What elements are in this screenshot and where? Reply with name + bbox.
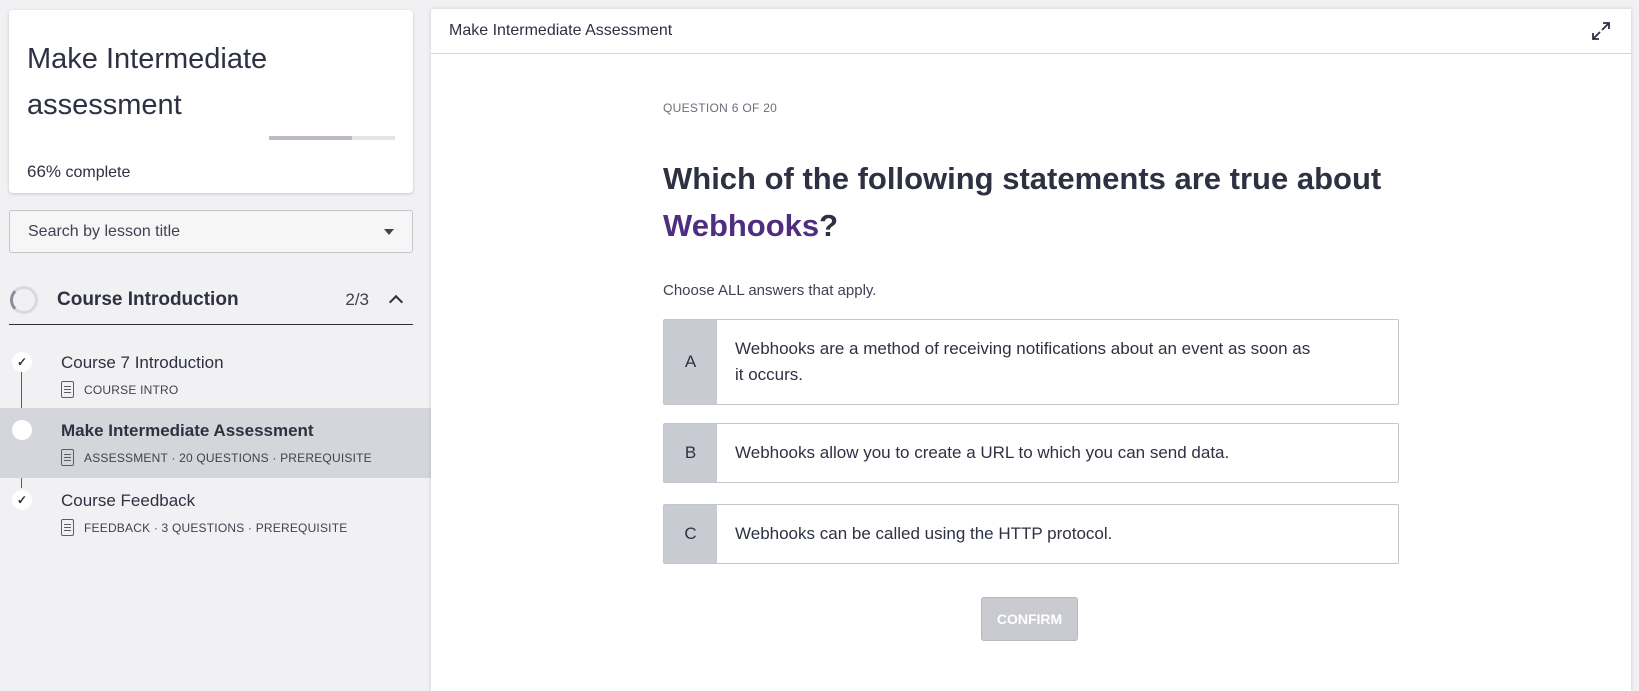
question-counter: QUESTION 6 OF 20 (663, 101, 778, 115)
option-text: Webhooks allow you to create a URL to wh… (735, 443, 1230, 462)
section-progress-ring-icon (10, 285, 38, 314)
course-title-card: Make Intermediate assessment 66% complet… (9, 10, 413, 193)
progress-text: 66% complete (27, 162, 130, 182)
option-letter: C (664, 505, 717, 563)
feedback-icon (61, 519, 74, 536)
lesson-meta: FEEDBACK · 3 QUESTIONS · PREREQUISITE (61, 519, 347, 536)
option-letter: B (664, 424, 717, 482)
progress-bar-fill (269, 136, 353, 140)
checkmark-icon: ✓ (12, 352, 32, 372)
lesson-name: Course 7 Introduction (61, 353, 224, 372)
lesson-meta: ASSESSMENT · 20 QUESTIONS · PREREQUISITE (61, 449, 372, 466)
lesson-item-course-7-introduction[interactable]: ✓ Course 7 Introduction COURSE INTRO (0, 340, 431, 410)
lesson-meta-text: FEEDBACK · 3 QUESTIONS · PREREQUISITE (84, 520, 348, 535)
answer-option-b[interactable]: B Webhooks allow you to create a URL to … (663, 423, 1399, 483)
lesson-meta: COURSE INTRO (61, 381, 178, 398)
section-header-course-introduction[interactable]: Course Introduction 2/3 (9, 275, 413, 325)
option-letter: A (664, 320, 717, 404)
question-suffix: ? (819, 208, 839, 243)
lesson-meta-text: COURSE INTRO (84, 382, 179, 397)
lesson-item-make-intermediate-assessment[interactable]: Make Intermediate Assessment ASSESSMENT … (0, 408, 431, 478)
content-header-title: Make Intermediate Assessment (449, 22, 673, 39)
lesson-meta-text: ASSESSMENT · 20 QUESTIONS · PREREQUISITE (84, 450, 372, 465)
question-text: Which of the following statements are tr… (663, 155, 1399, 249)
question-keyword: Webhooks (663, 208, 820, 243)
progress-suffix: complete (61, 164, 131, 181)
content-header: Make Intermediate Assessment (431, 9, 1631, 54)
answer-option-c[interactable]: C Webhooks can be called using the HTTP … (663, 504, 1399, 564)
question-instructions: Choose ALL answers that apply. (663, 282, 877, 299)
section-count: 2/3 (345, 289, 369, 309)
caret-down-icon (384, 228, 394, 235)
section-title: Course Introduction (57, 288, 239, 310)
lesson-name: Make Intermediate Assessment (61, 421, 314, 440)
current-lesson-dot-icon (12, 420, 32, 440)
lesson-item-course-feedback[interactable]: ✓ Course Feedback FEEDBACK · 3 QUESTIONS… (0, 478, 431, 548)
course-sidebar: Make Intermediate assessment 66% complet… (0, 0, 431, 691)
lesson-name: Course Feedback (61, 491, 196, 510)
checkmark-icon: ✓ (12, 490, 32, 510)
lesson-content-panel: Make Intermediate Assessment QUESTION 6 … (431, 9, 1631, 691)
chevron-up-icon[interactable] (388, 294, 404, 310)
progress-bar (269, 136, 395, 140)
option-text: Webhooks are a method of receiving notif… (735, 339, 1311, 384)
answer-option-a[interactable]: A Webhooks are a method of receiving not… (663, 319, 1399, 405)
document-icon (61, 381, 74, 398)
confirm-button[interactable]: CONFIRM (981, 597, 1078, 641)
lesson-search-dropdown[interactable]: Search by lesson title (9, 210, 413, 253)
option-text: Webhooks can be called using the HTTP pr… (735, 524, 1113, 543)
expand-fullscreen-icon[interactable] (1591, 21, 1611, 41)
progress-percent: 66% (27, 162, 62, 181)
lesson-search-placeholder: Search by lesson title (28, 222, 181, 240)
question-prefix: Which of the following statements are tr… (663, 161, 1382, 196)
course-title: Make Intermediate assessment (27, 43, 268, 121)
assessment-icon (61, 449, 74, 466)
